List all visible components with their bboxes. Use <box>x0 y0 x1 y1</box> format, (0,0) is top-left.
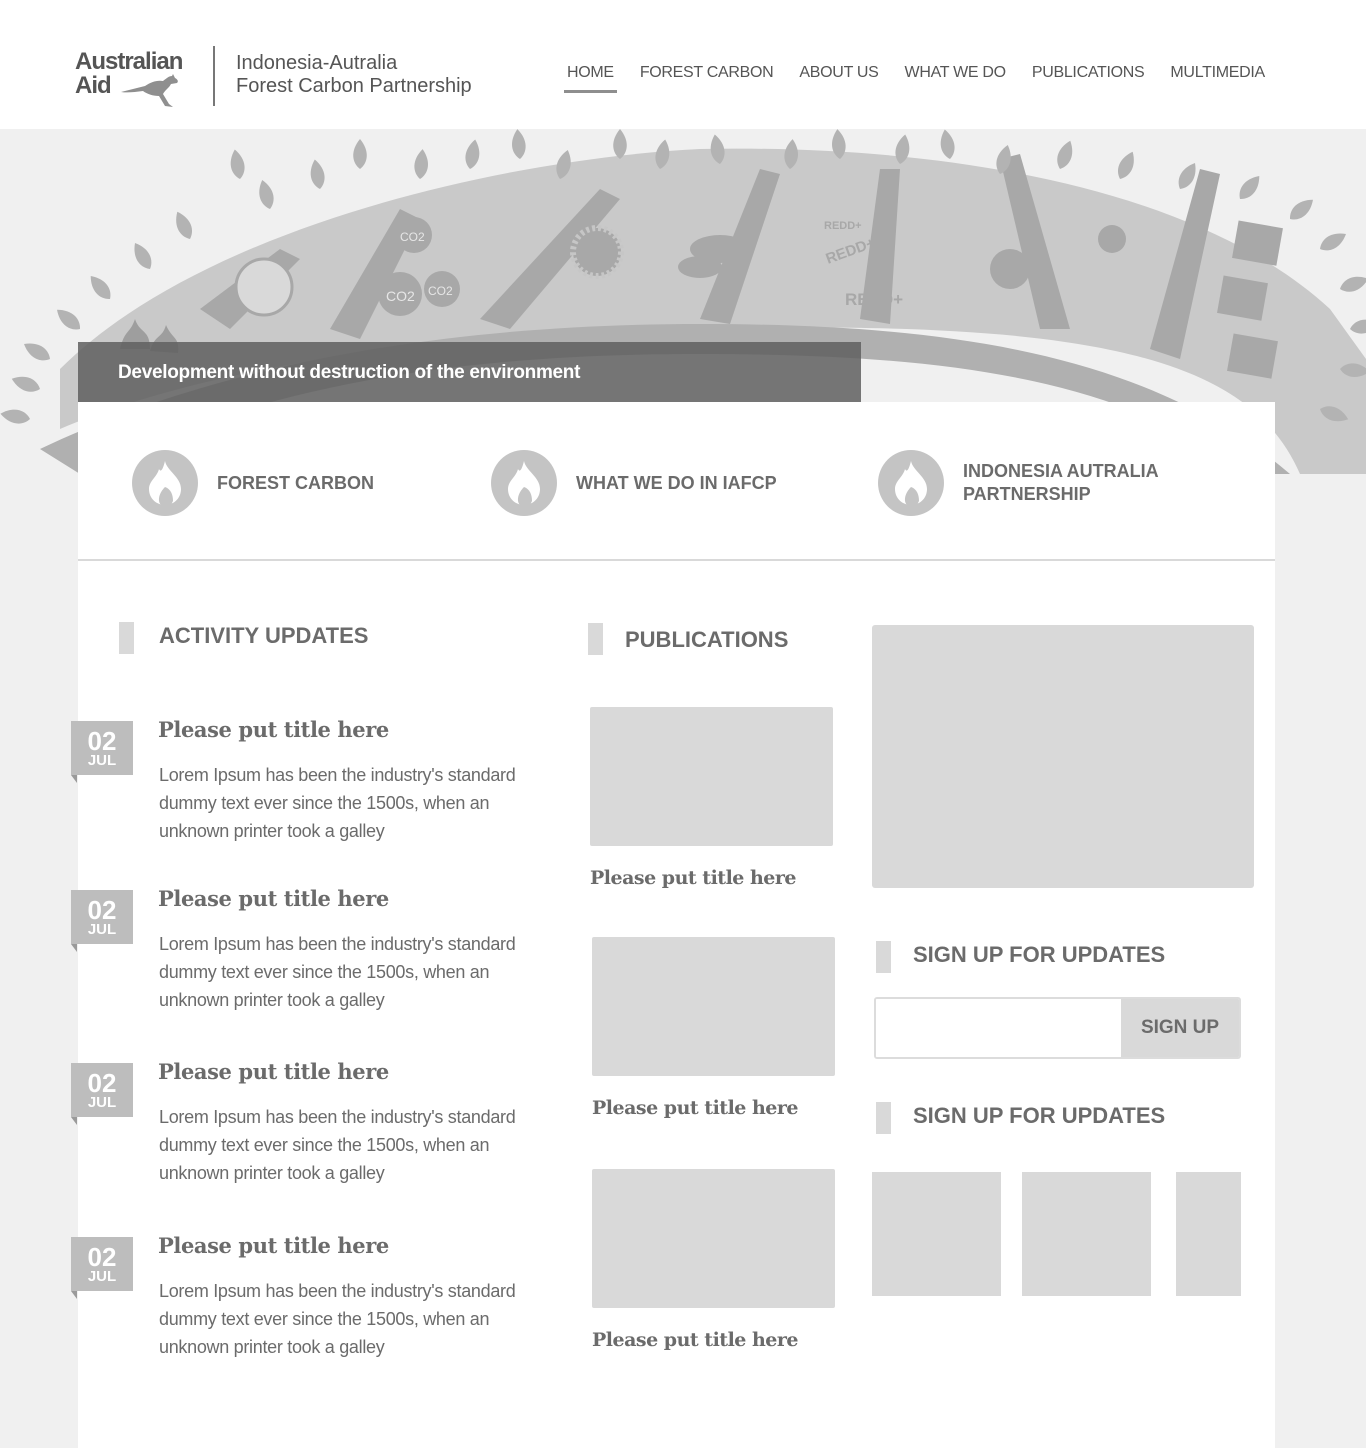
feature-what-we-do[interactable]: WHAT WE DO IN IAFCP <box>491 450 777 516</box>
date-day: 02 <box>87 726 117 756</box>
feature-forest-carbon[interactable]: FOREST CARBON <box>132 450 374 516</box>
date-day: 02 <box>87 1068 117 1098</box>
section-title: SIGN UP FOR UPDATES <box>913 942 1166 967</box>
site-title-line2: Forest Carbon Partnership <box>236 75 472 97</box>
feature-label: INDONESIA AUTRALIA PARTNERSHIP <box>963 460 1159 506</box>
orangutan-figure <box>1098 225 1126 253</box>
nav-home[interactable]: HOME <box>564 64 617 93</box>
date-month: JUL <box>87 921 117 938</box>
date-badge: 02 JUL <box>71 1237 133 1299</box>
stilt-house <box>1232 220 1283 266</box>
feature-label-line2: PARTNERSHIP <box>963 484 1091 504</box>
publication-title[interactable]: Please put title here <box>592 1097 836 1119</box>
feature-label: FOREST CARBON <box>217 472 374 493</box>
site-title[interactable]: Indonesia-Autralia Forest Carbon Partner… <box>236 52 472 98</box>
svg-text:CO2: CO2 <box>400 230 425 244</box>
section-title: ACTIVITY UPDATES <box>159 623 369 648</box>
svg-text:REDD+: REDD+ <box>824 220 862 232</box>
kangaroo-icon <box>121 74 178 107</box>
site-header: Australian Aid Indonesia-Autralia Forest… <box>0 0 1366 129</box>
email-input[interactable] <box>876 999 1121 1057</box>
section-accent-bar <box>876 1102 891 1134</box>
section-accent-bar <box>588 623 603 655</box>
signup-form: SIGN UP <box>874 997 1241 1059</box>
main-content: FOREST CARBON WHAT WE DO IN IAFCP INDONE… <box>71 402 1275 1448</box>
activity-body: Lorem Ipsum has been the industry's stan… <box>159 1107 516 1183</box>
date-day: 02 <box>87 895 117 925</box>
site-title-line1: Indonesia-Autralia <box>236 52 398 74</box>
date-badge: 02 JUL <box>71 721 133 783</box>
media-thumbnail[interactable] <box>1176 1172 1241 1296</box>
publication-title[interactable]: Please put title here <box>590 867 834 889</box>
main-nav: HOME FOREST CARBON ABOUT US WHAT WE DO P… <box>564 64 1291 93</box>
feature-label-line1: INDONESIA AUTRALIA <box>963 461 1159 481</box>
signup-button[interactable]: SIGN UP <box>1121 999 1239 1057</box>
section-title: PUBLICATIONS <box>625 627 789 652</box>
activity-title[interactable]: Please put title here <box>158 886 389 911</box>
nav-multimedia[interactable]: MULTIMEDIA <box>1170 64 1265 92</box>
activity-title[interactable]: Please put title here <box>158 1233 389 1258</box>
svg-text:REDD+: REDD+ <box>845 290 903 309</box>
tagline-banner: Development without destruction of the e… <box>78 342 861 402</box>
media-thumbnail[interactable] <box>872 1172 1001 1296</box>
date-badge: 02 JUL <box>71 1063 133 1125</box>
nav-forest-carbon[interactable]: FOREST CARBON <box>640 64 774 92</box>
section-accent-bar <box>119 622 134 654</box>
publication-thumbnail[interactable] <box>590 707 833 846</box>
featured-image-placeholder[interactable] <box>872 625 1254 888</box>
date-month: JUL <box>87 1094 117 1111</box>
flame-icon <box>132 450 198 516</box>
publication-thumbnail[interactable] <box>592 937 835 1076</box>
publication-item[interactable]: Please put title here <box>592 1169 836 1351</box>
publication-item[interactable]: Please put title here <box>590 707 834 889</box>
date-month: JUL <box>87 1268 117 1285</box>
publication-title[interactable]: Please put title here <box>592 1329 836 1351</box>
activity-body: Lorem Ipsum has been the industry's stan… <box>159 765 516 841</box>
globe-icon <box>234 257 294 317</box>
activity-title[interactable]: Please put title here <box>158 1059 389 1084</box>
date-day: 02 <box>87 1242 117 1272</box>
media-thumbnail[interactable] <box>1022 1172 1151 1296</box>
australian-aid-logo[interactable]: Australian Aid <box>75 50 200 110</box>
sun-icon <box>570 225 624 279</box>
svg-text:CO2: CO2 <box>386 288 415 304</box>
nav-publications[interactable]: PUBLICATIONS <box>1032 64 1145 92</box>
section-title: SIGN UP FOR UPDATES <box>913 1103 1166 1128</box>
nav-about-us[interactable]: ABOUT US <box>799 64 878 92</box>
activity-title[interactable]: Please put title here <box>158 717 389 742</box>
date-badge: 02 JUL <box>71 890 133 952</box>
feature-partnership[interactable]: INDONESIA AUTRALIA PARTNERSHIP <box>878 450 1159 516</box>
publication-item[interactable]: Please put title here <box>592 937 836 1119</box>
nav-what-we-do[interactable]: WHAT WE DO <box>905 64 1007 92</box>
flame-icon <box>878 450 944 516</box>
feature-label: WHAT WE DO IN IAFCP <box>576 472 777 493</box>
logo-divider <box>213 46 215 106</box>
logo-text-aid: Aid <box>75 72 112 99</box>
farmer-figure <box>990 249 1030 289</box>
activity-body: Lorem Ipsum has been the industry's stan… <box>159 1281 516 1357</box>
activity-body: Lorem Ipsum has been the industry's stan… <box>159 934 516 1010</box>
tagline-text: Development without destruction of the e… <box>118 362 581 383</box>
logo-text-australian: Australian <box>75 48 183 75</box>
svg-text:CO2: CO2 <box>428 284 453 298</box>
publication-thumbnail[interactable] <box>592 1169 835 1308</box>
section-accent-bar <box>876 941 891 973</box>
feature-links: FOREST CARBON WHAT WE DO IN IAFCP INDONE… <box>78 402 1275 561</box>
flame-icon <box>491 450 557 516</box>
date-month: JUL <box>87 752 117 769</box>
